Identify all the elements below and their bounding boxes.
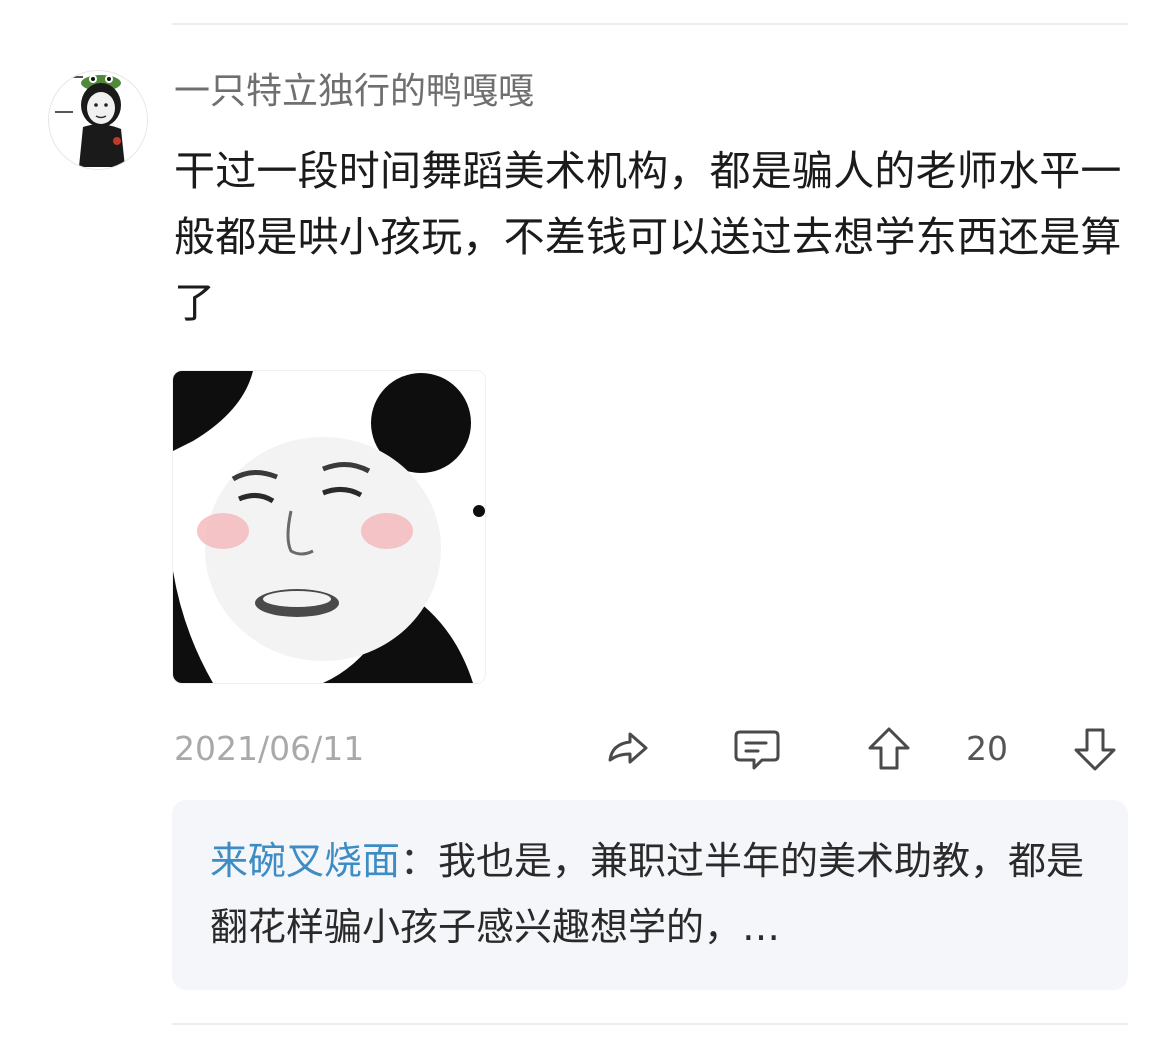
reply-author[interactable]: 来碗叉烧面 bbox=[210, 839, 400, 883]
avatar-image bbox=[49, 71, 147, 169]
meme-image[interactable] bbox=[172, 370, 486, 684]
reply-content: 来碗叉烧面：我也是，兼职过半年的美术助教，都是翻花样骗小孩子感兴趣想学的，… bbox=[210, 828, 1090, 960]
like-count: 20 bbox=[966, 729, 1008, 768]
comment-text: 干过一段时间舞蹈美术机构，都是骗人的老师水平一般都是哄小孩玩，不差钱可以送过去想… bbox=[174, 147, 1122, 327]
panda-meme-icon bbox=[173, 371, 485, 683]
upvote-icon[interactable] bbox=[864, 724, 914, 774]
comment-username[interactable]: 一只特立独行的鸭嘎嘎 bbox=[174, 68, 534, 116]
reply-separator: ： bbox=[400, 839, 439, 883]
downvote-icon[interactable] bbox=[1070, 724, 1120, 774]
bottom-divider bbox=[172, 1023, 1128, 1025]
avatar[interactable] bbox=[48, 70, 148, 170]
share-icon[interactable] bbox=[602, 724, 652, 774]
comment-icon[interactable] bbox=[732, 724, 782, 774]
reply-preview[interactable]: 来碗叉烧面：我也是，兼职过半年的美术助教，都是翻花样骗小孩子感兴趣想学的，… bbox=[172, 800, 1128, 990]
top-divider bbox=[172, 23, 1128, 25]
comment-date: 2021/06/11 bbox=[174, 729, 365, 768]
